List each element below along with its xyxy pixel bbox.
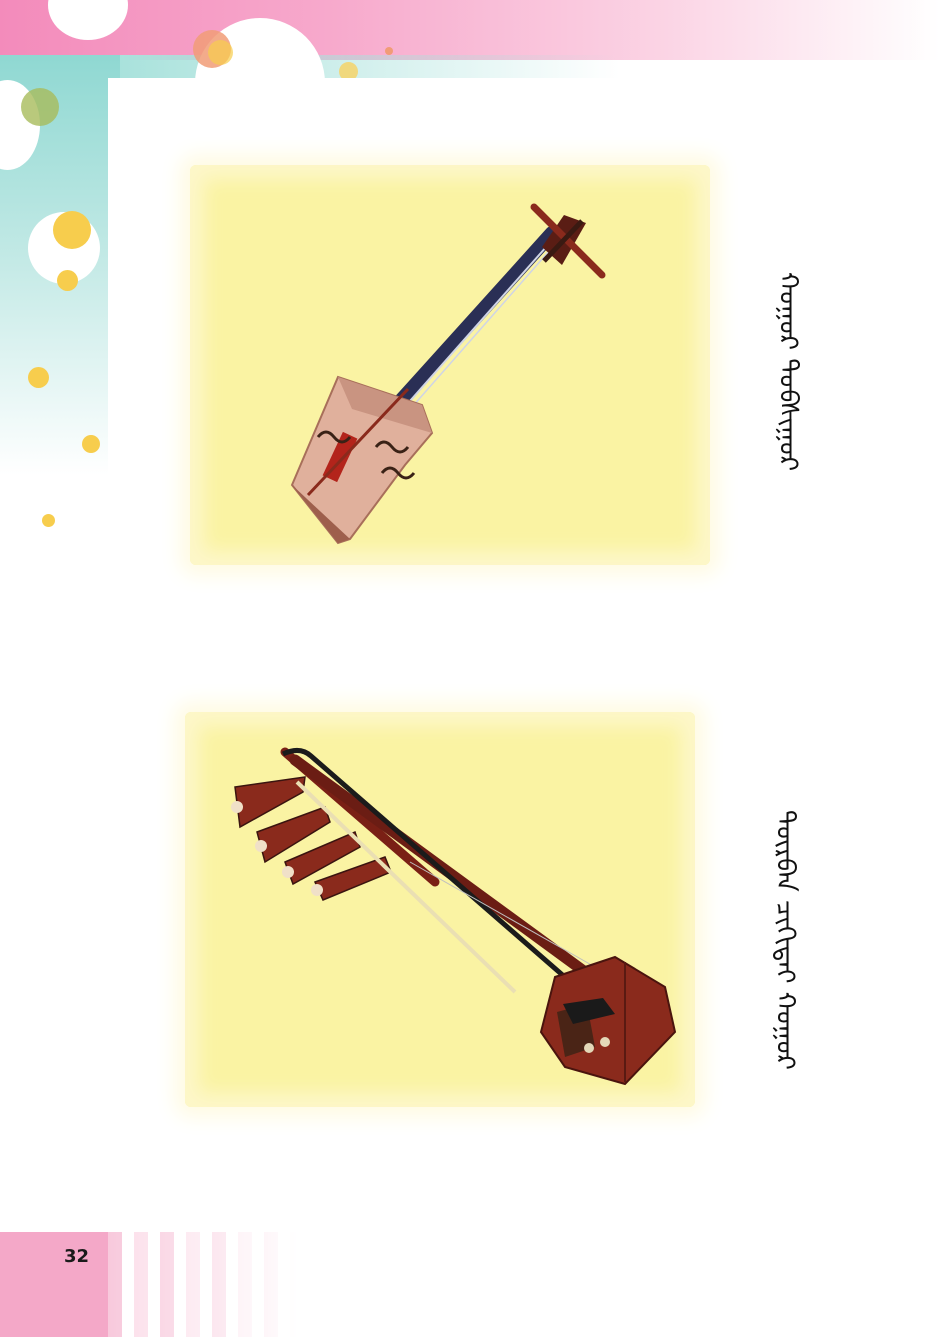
top-decor-band bbox=[0, 0, 940, 60]
footer-pink-block bbox=[0, 1232, 110, 1337]
decor-dot bbox=[57, 270, 78, 291]
instrument-caption-top: ᠬᠤᠭᠤᠷ ᠲᠣᠪᠰᠢᠭᠤᠷ bbox=[773, 272, 803, 472]
decor-dot bbox=[385, 47, 393, 55]
footer-stripes bbox=[108, 1232, 298, 1337]
decor-dot bbox=[42, 514, 55, 527]
decor-dot bbox=[21, 88, 59, 126]
decor-dot bbox=[208, 40, 233, 65]
instrument-photo-top bbox=[190, 165, 710, 565]
decor-dot bbox=[82, 435, 100, 453]
page-number: 32 bbox=[64, 1246, 90, 1267]
instrument-caption-bottom: ᠳᠥᠷᠪᠡᠨ ᠴᠢᠬᠢᠲᠡᠢ ᠬᠤᠭᠤᠷ bbox=[770, 810, 800, 1070]
decor-dot bbox=[28, 367, 49, 388]
instrument-photo-bottom bbox=[185, 712, 695, 1107]
four-string-fiddle-icon bbox=[231, 747, 677, 1086]
decor-dot bbox=[53, 211, 91, 249]
shanaz-lute-icon bbox=[290, 203, 606, 545]
